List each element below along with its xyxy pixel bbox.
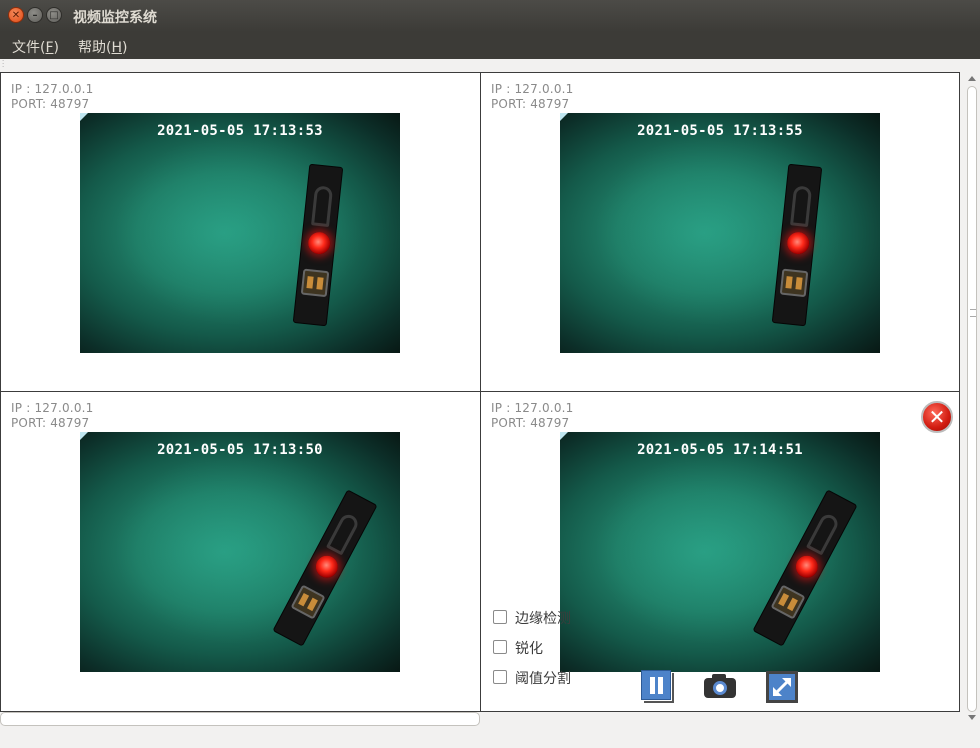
menu-help[interactable]: 帮助(H) xyxy=(78,37,127,57)
ip-label: IP : 127.0.0.1 xyxy=(11,82,94,96)
app-window: ✕ – □ 视频监控系统 文件(F) 帮助(H) · · · IP : 127.0.… xyxy=(0,0,980,748)
video-feed: 2021-05-05 17:13:55 xyxy=(560,113,880,353)
menu-file[interactable]: 文件(F) xyxy=(12,37,59,57)
sharpen-checkbox[interactable] xyxy=(493,640,507,654)
scroll-down-icon[interactable] xyxy=(968,715,976,720)
device-in-frame xyxy=(292,163,344,327)
ip-label: IP : 127.0.0.1 xyxy=(11,401,94,415)
feed-timestamp: 2021-05-05 17:13:53 xyxy=(157,123,323,139)
device-in-frame xyxy=(752,489,858,647)
corner-marker xyxy=(560,432,568,440)
feed-timestamp: 2021-05-05 17:14:51 xyxy=(637,442,803,458)
threshold-checkbox[interactable] xyxy=(493,670,507,684)
video-feed: 2021-05-05 17:13:53 xyxy=(80,113,400,353)
camera-panel-3[interactable]: IP : 127.0.0.1 PORT: 48797 2021-05-05 17… xyxy=(0,391,481,712)
camera-panel-2[interactable]: IP : 127.0.0.1 PORT: 48797 2021-05-05 17… xyxy=(480,72,960,392)
ip-label: IP : 127.0.0.1 xyxy=(491,401,574,415)
status-bar xyxy=(0,727,980,748)
fullscreen-button[interactable] xyxy=(765,670,799,704)
port-label: PORT: 48797 xyxy=(11,416,90,430)
device-in-frame xyxy=(272,489,378,647)
menu-help-label: 帮助 xyxy=(78,40,106,56)
scroll-up-icon[interactable] xyxy=(968,76,976,81)
corner-marker xyxy=(560,113,568,121)
threshold-label: 阈值分割 xyxy=(515,671,571,687)
menu-help-accel: H xyxy=(111,40,122,56)
port-label: PORT: 48797 xyxy=(11,97,90,111)
toolbar-grip-icon[interactable]: · · · xyxy=(2,58,4,71)
device-in-frame xyxy=(771,163,823,327)
window-title: 视频监控系统 xyxy=(73,10,157,26)
window-maximize-button[interactable]: □ xyxy=(46,7,62,23)
close-panel-icon[interactable]: ✕ xyxy=(921,401,953,433)
sharpen-label: 锐化 xyxy=(515,641,543,657)
camera-panel-4[interactable]: IP : 127.0.0.1 PORT: 48797 2021-05-05 17… xyxy=(480,391,960,712)
camera-panel-1[interactable]: IP : 127.0.0.1 PORT: 48797 2021-05-05 17… xyxy=(0,72,481,392)
menu-file-label: 文件 xyxy=(12,40,40,56)
pause-icon xyxy=(641,670,671,700)
menu-bar: 文件(F) 帮助(H) xyxy=(0,32,980,59)
edge-detect-label: 边缘检测 xyxy=(515,611,571,627)
window-minimize-button[interactable]: – xyxy=(27,7,43,23)
horizontal-scrollbar[interactable] xyxy=(0,712,480,726)
corner-marker xyxy=(80,432,88,440)
edge-detect-checkbox[interactable] xyxy=(493,610,507,624)
scroll-track[interactable] xyxy=(967,86,977,712)
feed-timestamp: 2021-05-05 17:13:50 xyxy=(157,442,323,458)
ip-label: IP : 127.0.0.1 xyxy=(491,82,574,96)
port-label: PORT: 48797 xyxy=(491,97,570,111)
snapshot-button[interactable] xyxy=(703,670,737,704)
corner-marker xyxy=(80,113,88,121)
title-bar: ✕ – □ 视频监控系统 xyxy=(0,0,980,32)
window-close-button[interactable]: ✕ xyxy=(8,7,24,23)
feed-timestamp: 2021-05-05 17:13:55 xyxy=(637,123,803,139)
video-feed: 2021-05-05 17:13:50 xyxy=(80,432,400,672)
menu-file-accel: F xyxy=(45,40,54,56)
video-feed: 2021-05-05 17:14:51 xyxy=(560,432,880,672)
scroll-thumb[interactable] xyxy=(970,309,976,317)
port-label: PORT: 48797 xyxy=(491,416,570,430)
pause-button[interactable] xyxy=(641,670,675,704)
vertical-scrollbar[interactable] xyxy=(964,72,980,726)
